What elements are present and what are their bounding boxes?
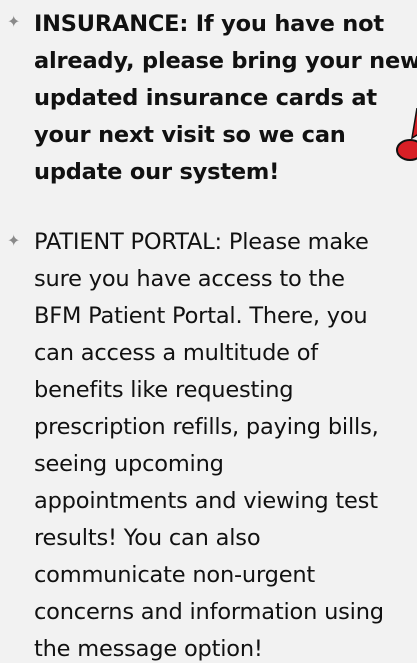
portal-line: the message option! [34,636,263,662]
insurance-line: already, please bring your new [34,48,417,74]
four-point-star-icon: ✦ [7,231,21,250]
portal-lead: PATIENT PORTAL: [34,229,222,255]
insurance-line: your next visit so we can [34,122,346,148]
decorative-red-shape [396,108,417,161]
insurance-paragraph: INSURANCE: If you have not already, plea… [34,6,417,191]
portal-line: benefits like requesting [34,377,294,403]
portal-line: BFM Patient Portal. There, you [34,303,368,329]
four-point-star-icon: ✦ [7,12,21,31]
portal-line: communicate non-urgent [34,562,316,588]
portal-line: prescription refills, paying bills, [34,414,379,440]
insurance-line: INSURANCE: If you have not [34,11,384,37]
portal-line: can access a multitude of [34,340,319,366]
portal-line: sure you have access to the [34,266,345,292]
portal-first-line: PATIENT PORTAL: Please make [34,224,384,261]
insurance-line: updated insurance cards at [34,85,377,111]
insurance-line: update our system! [34,159,280,185]
portal-paragraph: PATIENT PORTAL: Please make sure you hav… [34,224,384,663]
portal-line: concerns and information using [34,599,384,625]
portal-line: appointments and viewing test [34,488,378,514]
portal-line: results! You can also [34,525,261,551]
portal-first-line-rest: Please make [221,229,369,255]
portal-line: seeing upcoming [34,451,224,477]
